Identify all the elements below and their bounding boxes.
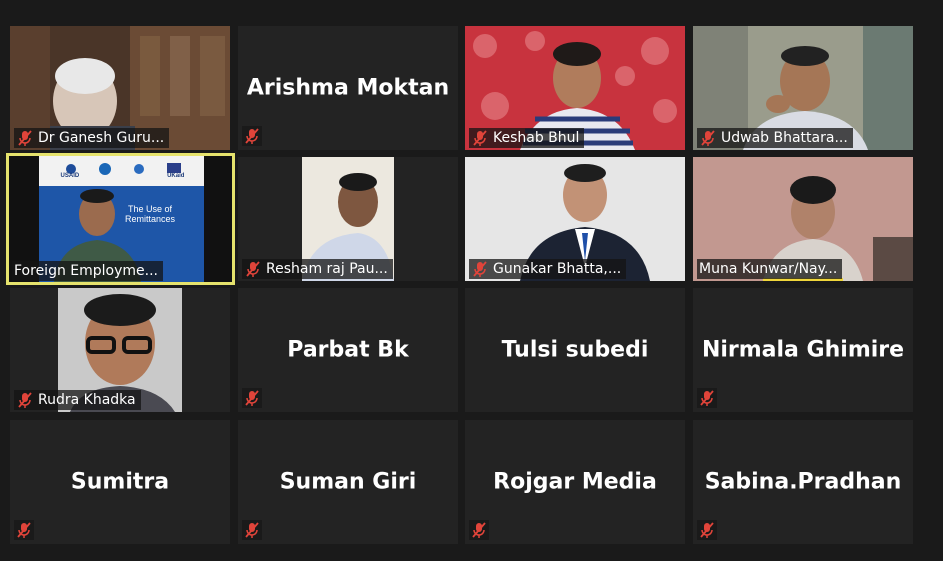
muted-mic-icon [18, 392, 32, 408]
muted-mic-icon [700, 390, 714, 406]
mute-indicator [697, 520, 717, 540]
muted-mic-icon [245, 390, 259, 406]
muted-mic-icon [473, 261, 487, 277]
participant-name: Foreign Employme... [14, 263, 158, 279]
participant-name-label: Resham raj Pau... [242, 259, 393, 279]
slide-title: The Use of Remittances [124, 204, 176, 224]
video-tile[interactable]: Tulsi subedi [465, 288, 685, 412]
video-tile[interactable]: Nirmala Ghimire [693, 288, 913, 412]
participant-name-label: Dr Ganesh Guru... [14, 128, 170, 148]
participant-name: Rojgar Media [493, 469, 657, 495]
mute-indicator [697, 388, 717, 408]
mute-indicator [469, 520, 489, 540]
participant-name: Keshab Bhul [493, 130, 580, 146]
video-tile[interactable]: Muna Kunwar/Nay... [693, 157, 913, 281]
video-tile[interactable]: Arishma Moktan [238, 26, 458, 150]
video-tile[interactable]: Dr Ganesh Guru... [10, 26, 230, 150]
video-tile[interactable]: Rudra Khadka [10, 288, 230, 412]
video-tile[interactable]: Suman Giri [238, 420, 458, 544]
participant-name: Arishma Moktan [246, 75, 450, 101]
participant-name: Tulsi subedi [501, 337, 649, 363]
video-tile[interactable]: Sabina.Pradhan [693, 420, 913, 544]
video-tile[interactable]: Resham raj Pau... [238, 157, 458, 281]
mute-indicator [14, 520, 34, 540]
muted-mic-icon [701, 130, 715, 146]
participant-name-label: Muna Kunwar/Nay... [697, 259, 843, 279]
muted-mic-icon [17, 522, 31, 538]
participant-name: Sumitra [70, 469, 170, 495]
video-tile[interactable]: Keshab Bhul [465, 26, 685, 150]
participant-name: Nirmala Ghimire [701, 337, 905, 363]
participant-name: Dr Ganesh Guru... [38, 130, 165, 146]
participant-name: Resham raj Pau... [266, 261, 388, 277]
video-tile-active-speaker[interactable]: USAID W UKaid The Use of Remittances For… [6, 153, 235, 285]
mute-indicator [242, 126, 262, 146]
muted-mic-icon [246, 261, 260, 277]
video-tile[interactable]: Rojgar Media [465, 420, 685, 544]
participant-name-label: Keshab Bhul [469, 128, 585, 148]
video-tile[interactable]: Gunakar Bhatta,... [465, 157, 685, 281]
participant-name: Suman Giri [279, 469, 417, 495]
slide-logo-usaid: USAID [60, 173, 80, 179]
video-tile[interactable]: Parbat Bk [238, 288, 458, 412]
mute-indicator [242, 388, 262, 408]
participant-name: Gunakar Bhatta,... [493, 261, 622, 277]
participant-name-label: Udwab Bhattara... [697, 128, 853, 148]
muted-mic-icon [245, 522, 259, 538]
participant-name: Parbat Bk [287, 337, 409, 363]
participant-name: Sabina.Pradhan [704, 469, 902, 495]
video-tile[interactable]: Udwab Bhattara... [693, 26, 913, 150]
muted-mic-icon [473, 130, 487, 146]
mute-indicator [242, 520, 262, 540]
participant-name-label: Gunakar Bhatta,... [469, 259, 627, 279]
muted-mic-icon [245, 128, 259, 144]
participant-name: Rudra Khadka [38, 392, 136, 408]
muted-mic-icon [472, 522, 486, 538]
muted-mic-icon [18, 130, 32, 146]
slide-logo-row: USAID W UKaid [40, 173, 205, 179]
participant-name-label: Rudra Khadka [14, 390, 141, 410]
participant-name: Muna Kunwar/Nay... [699, 261, 838, 277]
participant-name-label: Foreign Employme... [12, 261, 163, 281]
participant-name: Udwab Bhattara... [721, 130, 848, 146]
slide-logo-ukaid: UKaid [167, 173, 185, 179]
muted-mic-icon [700, 522, 714, 538]
video-tile[interactable]: Sumitra [10, 420, 230, 544]
